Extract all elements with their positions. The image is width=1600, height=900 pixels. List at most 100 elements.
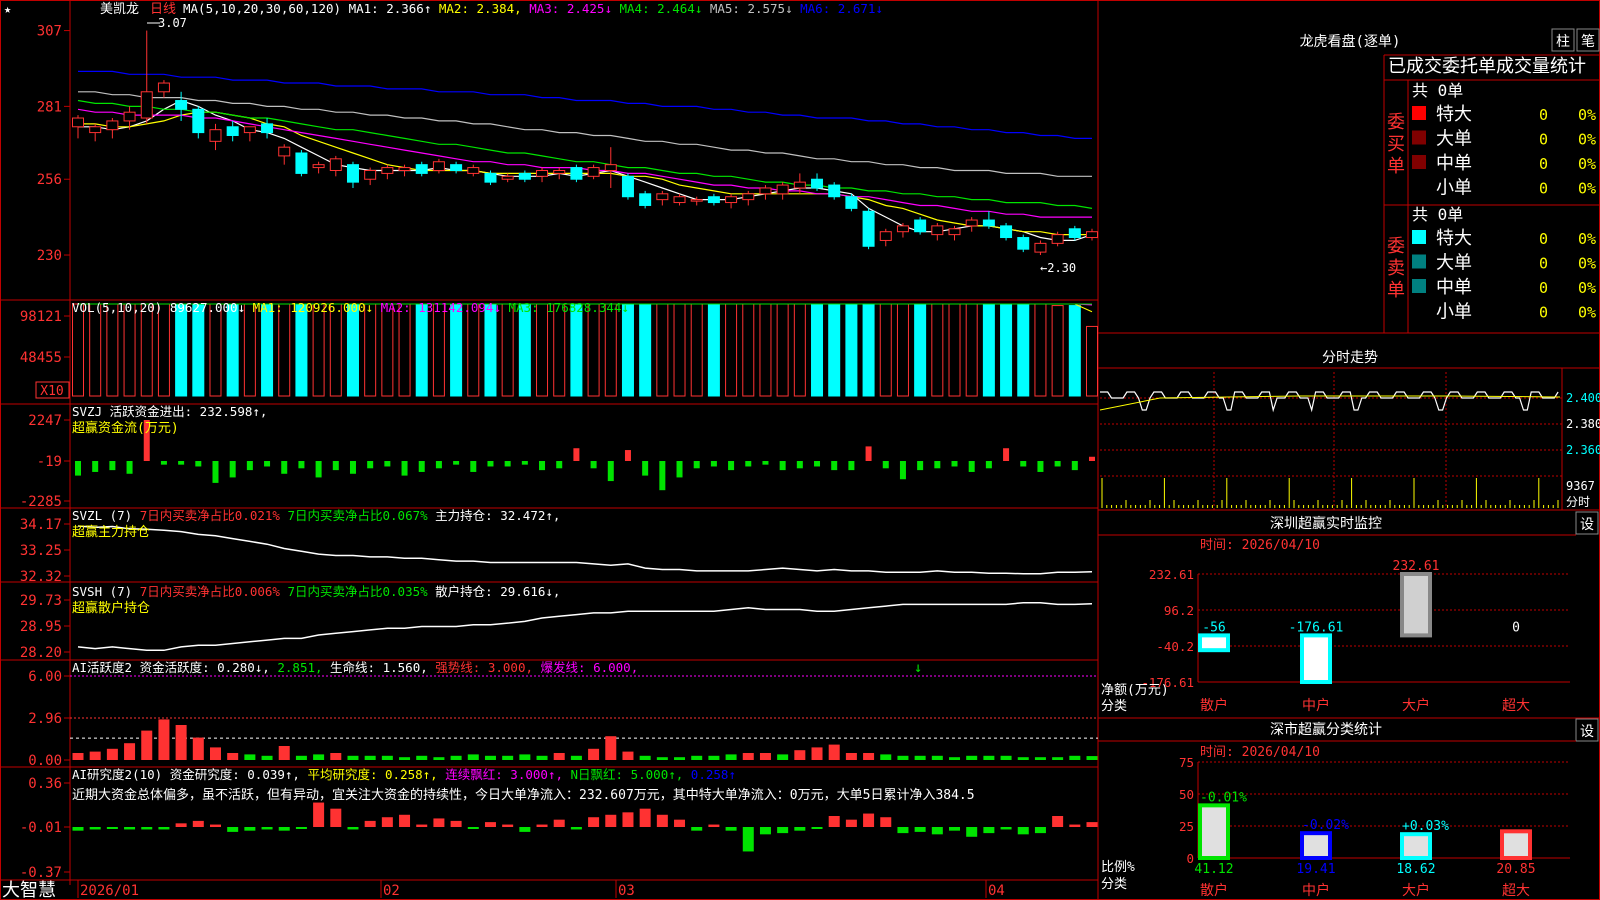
- candle[interactable]: [536, 169, 549, 177]
- volume-bar[interactable]: [914, 303, 927, 397]
- fund-flow-bar[interactable]: [521, 461, 528, 465]
- candle[interactable]: [776, 184, 789, 195]
- candle[interactable]: [639, 193, 652, 206]
- candle[interactable]: [192, 108, 205, 134]
- research-bar[interactable]: [777, 827, 789, 834]
- research-bar[interactable]: [691, 827, 703, 831]
- research-bar[interactable]: [863, 813, 875, 827]
- activity-bar[interactable]: [674, 757, 686, 760]
- activity-bar[interactable]: [983, 755, 995, 760]
- fund-flow-bar[interactable]: [195, 461, 202, 467]
- activity-bar[interactable]: [880, 754, 892, 760]
- fund-flow-bar[interactable]: [281, 461, 288, 474]
- research-bar[interactable]: [1017, 827, 1029, 835]
- volume-bar[interactable]: [811, 303, 824, 397]
- fund-flow-bar[interactable]: [659, 461, 666, 491]
- research-bar[interactable]: [1069, 824, 1081, 827]
- volume-bar[interactable]: [484, 303, 497, 397]
- volume-bar[interactable]: [415, 303, 428, 397]
- category-bar[interactable]: [1500, 829, 1532, 861]
- activity-bar[interactable]: [725, 754, 737, 760]
- activity-bar[interactable]: [364, 755, 376, 760]
- star-icon[interactable]: ★: [4, 2, 11, 16]
- activity-bar[interactable]: [141, 730, 153, 760]
- activity-bar[interactable]: [845, 753, 857, 760]
- activity-bar[interactable]: [209, 747, 221, 760]
- activity-bar[interactable]: [72, 753, 84, 760]
- volume-bar[interactable]: [879, 303, 892, 397]
- activity-bar[interactable]: [1086, 756, 1098, 760]
- candle[interactable]: [621, 175, 634, 198]
- activity-bar[interactable]: [416, 755, 428, 760]
- activity-bar[interactable]: [656, 757, 668, 760]
- monitor-bar[interactable]: [1300, 633, 1332, 684]
- fund-flow-bar[interactable]: [453, 461, 460, 465]
- candle[interactable]: [518, 172, 531, 180]
- activity-bar[interactable]: [863, 753, 875, 760]
- fund-flow-bar[interactable]: [985, 461, 992, 469]
- volume-bar[interactable]: [1000, 303, 1013, 397]
- volume-bar[interactable]: [759, 303, 772, 397]
- research-bar[interactable]: [570, 827, 582, 830]
- fund-flow-bar[interactable]: [435, 461, 442, 469]
- candle[interactable]: [209, 129, 222, 142]
- research-bar[interactable]: [605, 814, 617, 827]
- fund-flow-bar[interactable]: [556, 461, 563, 469]
- candle[interactable]: [415, 164, 428, 174]
- research-bar[interactable]: [622, 812, 634, 827]
- candle[interactable]: [845, 196, 858, 209]
- research-bar[interactable]: [175, 823, 187, 827]
- fund-flow-bar[interactable]: [1054, 461, 1061, 467]
- activity-bar[interactable]: [605, 736, 617, 760]
- research-bar[interactable]: [914, 827, 926, 832]
- volume-bar[interactable]: [243, 303, 256, 397]
- volume-bar[interactable]: [295, 303, 308, 397]
- volume-bar[interactable]: [364, 303, 377, 397]
- volume-bar[interactable]: [1051, 305, 1064, 397]
- activity-bar[interactable]: [1017, 757, 1029, 760]
- volume-bar[interactable]: [209, 303, 222, 397]
- activity-bar[interactable]: [261, 755, 273, 760]
- activity-bar[interactable]: [966, 755, 978, 760]
- research-bar[interactable]: [1086, 822, 1098, 827]
- candle[interactable]: [1068, 228, 1081, 239]
- activity-bar[interactable]: [536, 755, 548, 760]
- candle[interactable]: [553, 169, 566, 174]
- candle[interactable]: [896, 225, 909, 233]
- fund-flow-bar[interactable]: [126, 461, 133, 474]
- research-bar[interactable]: [381, 817, 393, 827]
- research-bar[interactable]: [347, 827, 359, 830]
- research-bar[interactable]: [72, 827, 84, 831]
- research-bar[interactable]: [244, 827, 256, 831]
- fund-flow-bar[interactable]: [865, 446, 872, 461]
- activity-bar[interactable]: [467, 754, 479, 760]
- activity-bar[interactable]: [794, 750, 806, 760]
- activity-bar[interactable]: [381, 755, 393, 760]
- research-bar[interactable]: [1034, 827, 1046, 834]
- activity-bar[interactable]: [759, 753, 771, 760]
- research-bar[interactable]: [811, 827, 823, 829]
- candle[interactable]: [707, 196, 720, 204]
- research-bar[interactable]: [141, 827, 153, 830]
- volume-bar[interactable]: [72, 303, 84, 397]
- research-bar[interactable]: [433, 818, 445, 827]
- research-bar[interactable]: [399, 814, 411, 827]
- fund-flow-bar[interactable]: [745, 461, 752, 467]
- research-bar[interactable]: [931, 827, 943, 835]
- volume-bar[interactable]: [673, 303, 686, 397]
- activity-bar[interactable]: [622, 751, 634, 760]
- volume-bar[interactable]: [278, 303, 291, 397]
- volume-bar[interactable]: [501, 303, 514, 397]
- fund-flow-bar[interactable]: [762, 461, 769, 465]
- candle[interactable]: [1051, 234, 1064, 244]
- research-bar[interactable]: [295, 827, 307, 829]
- activity-bar[interactable]: [1069, 755, 1081, 760]
- candle[interactable]: [432, 161, 445, 171]
- candle[interactable]: [467, 167, 480, 174]
- volume-bar[interactable]: [192, 303, 205, 397]
- volume-bar[interactable]: [467, 303, 480, 397]
- research-bar[interactable]: [742, 827, 754, 852]
- volume-bar[interactable]: [1068, 305, 1081, 397]
- research-bar[interactable]: [192, 820, 204, 827]
- volume-bar[interactable]: [982, 303, 995, 397]
